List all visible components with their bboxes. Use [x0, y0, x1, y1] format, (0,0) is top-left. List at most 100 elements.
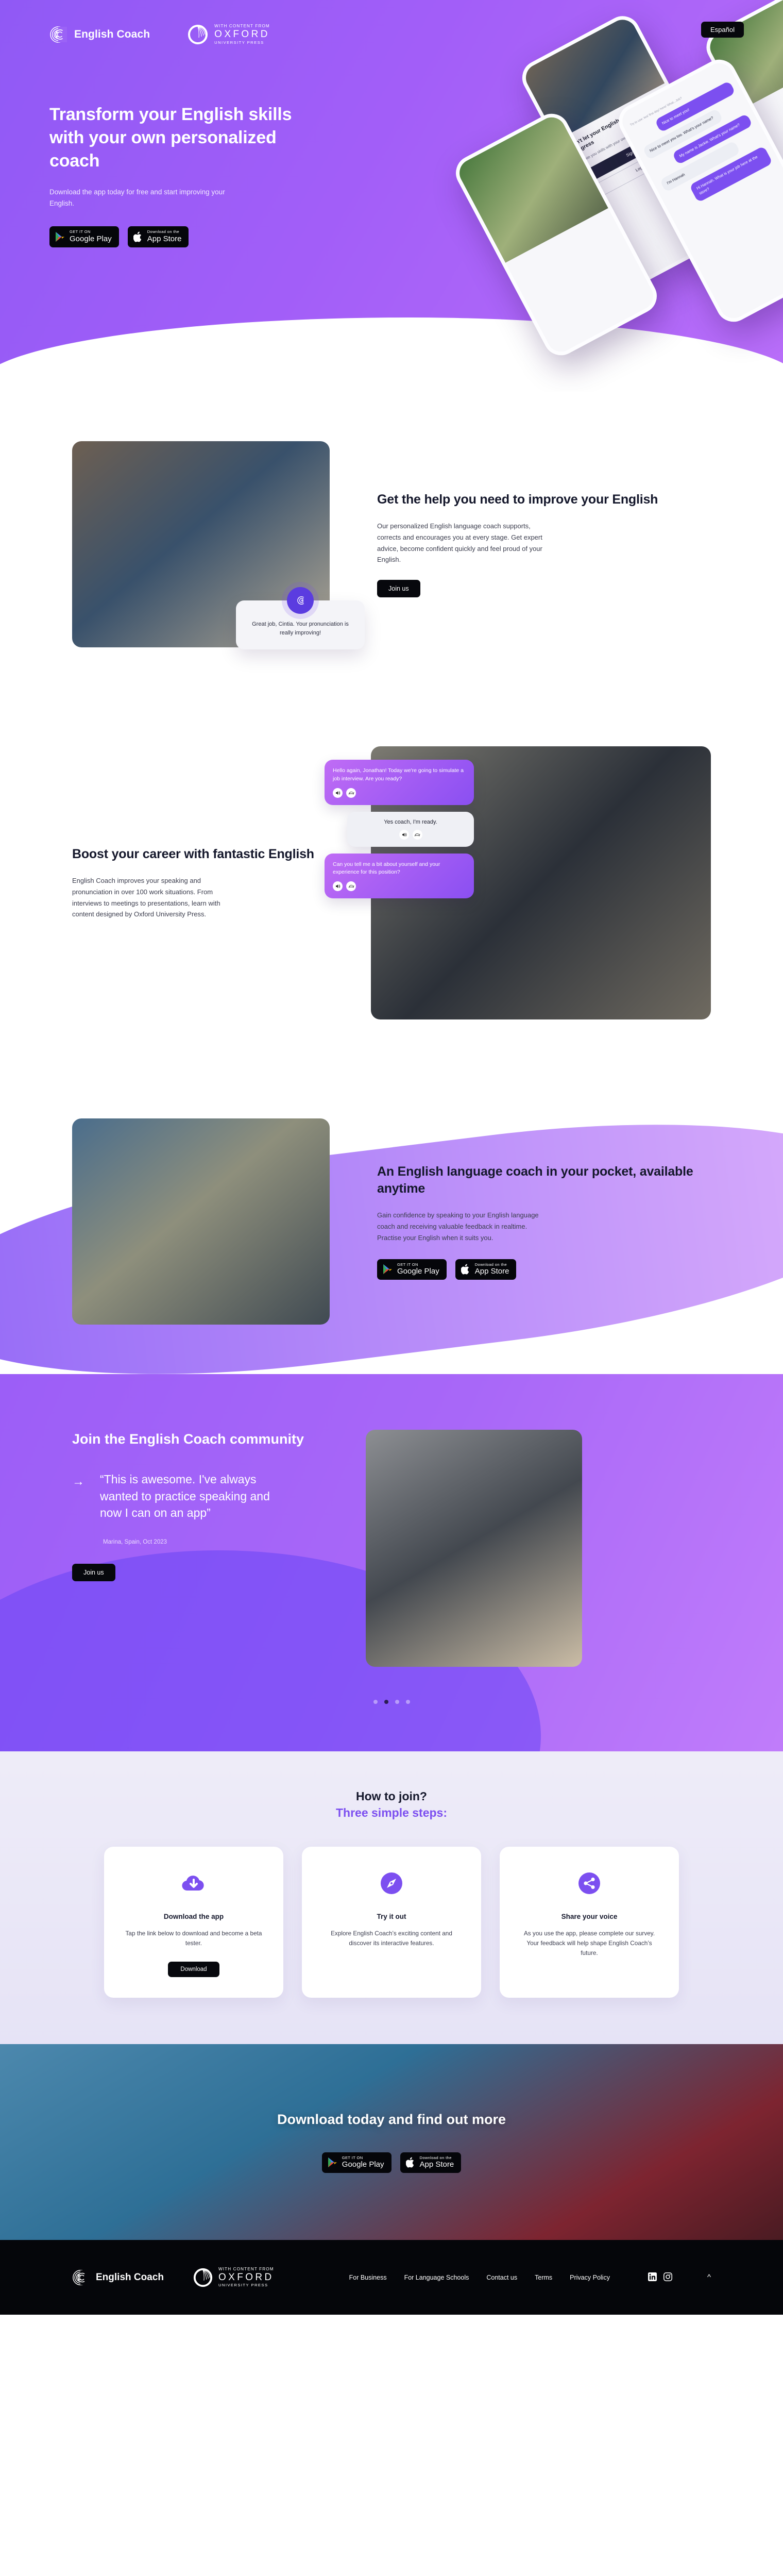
footer-link-contact-us[interactable]: Contact us — [486, 2274, 517, 2281]
career-media: Hello again, Jonathan! Today we're going… — [325, 746, 711, 1019]
footer-link-privacy-policy[interactable]: Privacy Policy — [570, 2274, 610, 2281]
speaker-icon — [336, 884, 341, 888]
turtle-slow-icon — [414, 833, 420, 837]
oxford-line-2: OXFORD — [218, 2271, 274, 2283]
footer-link-terms[interactable]: Terms — [535, 2274, 552, 2281]
oxford-partner-logo: WITH CONTENT FROM OXFORD UNIVERSITY PRES… — [187, 24, 270, 45]
brand-logo[interactable]: English Coach — [49, 26, 150, 43]
badge-small-text: GET IT ON — [342, 2155, 363, 2160]
coach-avatar — [282, 581, 319, 619]
english-coach-logo-icon — [50, 26, 67, 43]
pocket-title: An English language coach in your pocket… — [377, 1164, 693, 1196]
oxford-line-2: OXFORD — [214, 29, 270, 40]
man-outdoors-photo — [72, 1118, 330, 1325]
career-body: English Coach improves your speaking and… — [72, 876, 220, 918]
coach-feedback-bubble: Great job, Cintia. Your pronunciation is… — [236, 581, 365, 649]
chat-text: Yes coach, I'm ready. — [384, 818, 437, 825]
cloud-download-icon — [182, 1876, 204, 1891]
speaker-icon[interactable] — [333, 881, 343, 891]
footer-brand-name: English Coach — [96, 2271, 164, 2283]
final-cta-heading: Download today and find out more — [277, 2111, 506, 2127]
join-us-button[interactable]: Join us — [377, 580, 420, 598]
badge-small-text: GET IT ON — [70, 229, 91, 235]
step-body: As you use the app, please complete our … — [523, 1930, 655, 1957]
compass-icon — [381, 1872, 402, 1894]
google-play-icon — [328, 2157, 337, 2168]
pocket-media — [72, 1118, 330, 1325]
badge-large-text: App Store — [419, 2160, 454, 2169]
google-play-icon — [56, 231, 64, 242]
carousel-dot[interactable] — [373, 1700, 378, 1704]
chat-bubble-coach: Hello again, Jonathan! Today we're going… — [325, 760, 474, 805]
english-coach-logo-icon — [73, 2269, 89, 2285]
oxford-line-3: UNIVERSITY PRESS — [218, 2283, 268, 2288]
speaker-icon[interactable] — [399, 829, 409, 840]
speaker-icon — [336, 791, 341, 795]
carousel-dot[interactable] — [405, 1700, 410, 1704]
speaker-icon — [402, 832, 406, 837]
step-card-download: Download the app Tap the link below to d… — [104, 1847, 283, 1998]
footer-link-for-business[interactable]: For Business — [349, 2274, 387, 2281]
oxford-line-1: WITH CONTENT FROM — [218, 2267, 274, 2272]
page-footer: English Coach WITH CONTENT FROM OXFORD U… — [0, 2240, 783, 2315]
instagram-icon[interactable] — [663, 2272, 672, 2283]
language-toggle-button[interactable]: Español — [701, 22, 744, 38]
career-chat-overlay: Hello again, Jonathan! Today we're going… — [325, 760, 474, 905]
section-how-to-join: How to join? Three simple steps: Downloa… — [0, 1751, 783, 2045]
footer-link-for-language-schools[interactable]: For Language Schools — [404, 2274, 469, 2281]
section-boost-career: Hello again, Jonathan! Today we're going… — [0, 697, 783, 1069]
app-store-badge[interactable]: Download on the App Store — [455, 1259, 517, 1280]
google-play-badge[interactable]: GET IT ON Google Play — [377, 1259, 447, 1280]
badge-small-text: Download on the — [419, 2155, 452, 2160]
badge-large-text: Google Play — [397, 1267, 439, 1276]
carousel-dot[interactable] — [395, 1700, 399, 1704]
oxford-crest-icon — [188, 25, 208, 44]
turtle-slow-icon — [348, 791, 354, 795]
arrow-right-icon: → — [72, 1475, 84, 1489]
share-icon — [578, 1872, 600, 1894]
section-get-help: Great job, Cintia. Your pronunciation is… — [0, 392, 783, 697]
landing-page: Don't let your English stop your career … — [0, 0, 783, 2315]
footer-brand[interactable]: English Coach — [72, 2269, 164, 2286]
badge-small-text: Download on the — [474, 1262, 507, 1267]
apple-icon — [133, 231, 141, 242]
app-store-badge[interactable]: Download on the App Store — [127, 226, 189, 247]
apple-icon — [405, 2157, 414, 2168]
download-button[interactable]: Download — [168, 1962, 219, 1978]
turtle-slow-icon[interactable] — [412, 829, 422, 840]
testimonial-quote: “This is awesome. I've always wanted to … — [100, 1473, 270, 1520]
back-to-top-button[interactable]: ^ — [707, 2273, 711, 2282]
apple-icon — [461, 1264, 469, 1275]
oxford-crest-icon — [193, 2268, 213, 2287]
help-media: Great job, Cintia. Your pronunciation is… — [72, 441, 365, 649]
pocket-store-badges: GET IT ON Google Play Download on the Ap… — [377, 1259, 711, 1280]
how-to-join-heading: How to join? — [356, 1789, 427, 1803]
cloud-download-icon — [180, 1869, 208, 1897]
app-store-badge[interactable]: Download on the App Store — [400, 2152, 462, 2173]
section-pocket-coach: An English language coach in your pocket… — [0, 1069, 783, 1374]
brand-name: English Coach — [74, 28, 150, 40]
turtle-slow-icon[interactable] — [346, 881, 356, 891]
instagram-icon — [663, 2272, 672, 2281]
carousel-dot-active[interactable] — [384, 1700, 388, 1704]
testimonial-carousel-dots[interactable] — [0, 1700, 783, 1704]
step-card-share-voice: Share your voice As you use the app, ple… — [500, 1847, 679, 1998]
step-card-try-it-out: Try it out Explore English Coach’s excit… — [302, 1847, 481, 1998]
turtle-slow-icon[interactable] — [346, 788, 356, 798]
speaker-icon[interactable] — [333, 788, 343, 798]
google-play-badge[interactable]: GET IT ON Google Play — [321, 2152, 392, 2173]
hero-store-badges: GET IT ON Google Play Download on the Ap… — [49, 226, 297, 247]
header-brand-row: English Coach WITH CONTENT FROM OXFORD U… — [49, 24, 783, 45]
chat-text: Can you tell me a bit about yourself and… — [333, 861, 440, 876]
chat-bubble-coach: Can you tell me a bit about yourself and… — [325, 853, 474, 898]
final-cta-badges: GET IT ON Google Play Download on the Ap… — [321, 2152, 462, 2173]
oxford-line-1: WITH CONTENT FROM — [214, 24, 270, 29]
linkedin-icon[interactable] — [648, 2272, 657, 2283]
hero-subtitle: Download the app today for free and star… — [49, 188, 225, 207]
pocket-body: Gain confidence by speaking to your Engl… — [377, 1211, 539, 1242]
chat-text: Hello again, Jonathan! Today we're going… — [333, 767, 464, 782]
testimonial-attribution: Marina, Spain, Oct 2023 — [103, 1539, 167, 1546]
share-icon — [575, 1869, 603, 1897]
google-play-badge[interactable]: GET IT ON Google Play — [49, 226, 119, 247]
join-us-button[interactable]: Join us — [72, 1564, 115, 1582]
